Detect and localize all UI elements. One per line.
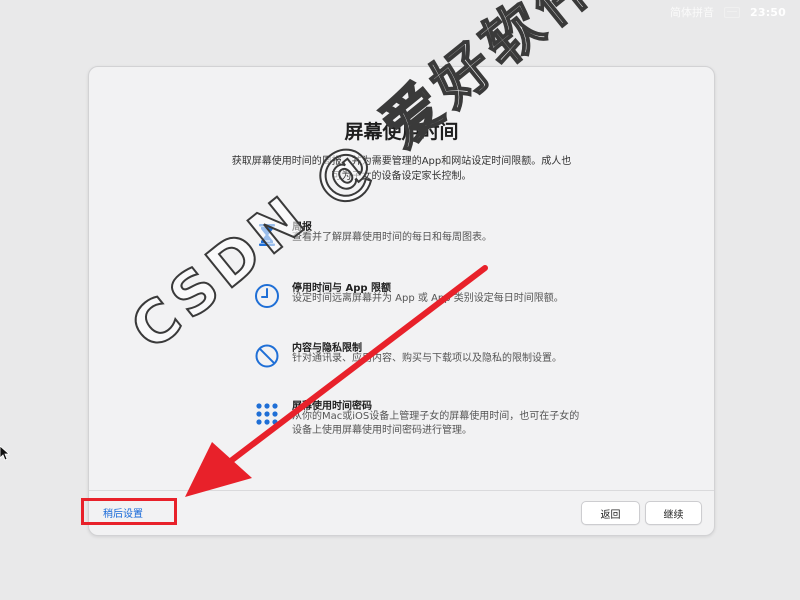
- mouse-cursor-icon: [0, 446, 10, 461]
- keyboard-icon[interactable]: [723, 6, 740, 18]
- menu-bar: 简体拼音 23:50: [0, 0, 800, 24]
- feature-downtime: 停用时间与 App 限额 设定时间远离屏幕并为 App 或 App 类别设定每日…: [254, 279, 584, 315]
- feature-content-privacy: 内容与隐私限制 针对通讯录、应用内容、购买与下载项以及隐私的限制设置。: [254, 339, 584, 375]
- back-button[interactable]: 返回: [581, 501, 640, 525]
- feature-passcode: 屏幕使用时间密码 从你的Mac或iOS设备上管理子女的屏幕使用时间，也可在子女的…: [254, 397, 584, 443]
- feature-description: 针对通讯录、应用内容、购买与下载项以及隐私的限制设置。: [292, 353, 562, 364]
- setup-window: 屏幕使用时间 获取屏幕使用时间的周报，并为需要管理的App和网站设定时间限额。成…: [88, 66, 715, 536]
- menubar-clock[interactable]: 23:50: [750, 6, 786, 19]
- keypad-icon: [254, 401, 280, 427]
- page-title: 屏幕使用时间: [344, 121, 459, 143]
- feature-weekly-report: 周报 查看并了解屏幕使用时间的每日和每周图表。: [254, 218, 584, 254]
- no-entry-icon: [254, 343, 280, 369]
- feature-description: 查看并了解屏幕使用时间的每日和每周图表。: [292, 232, 492, 243]
- feature-description: 从你的Mac或iOS设备上管理子女的屏幕使用时间，也可在子女的设备上使用屏幕使用…: [292, 411, 580, 436]
- annotation-highlight-box: [81, 498, 177, 525]
- clock-icon: [254, 283, 280, 309]
- input-source-label[interactable]: 简体拼音: [670, 4, 714, 20]
- footer-divider: [89, 490, 714, 491]
- feature-description: 设定时间远离屏幕并为 App 或 App 类别设定每日时间限额。: [292, 293, 564, 304]
- hourglass-icon: [254, 222, 280, 248]
- continue-button[interactable]: 继续: [645, 501, 702, 525]
- page-subtitle: 获取屏幕使用时间的周报，并为需要管理的App和网站设定时间限额。成人也可为子女的…: [231, 156, 572, 182]
